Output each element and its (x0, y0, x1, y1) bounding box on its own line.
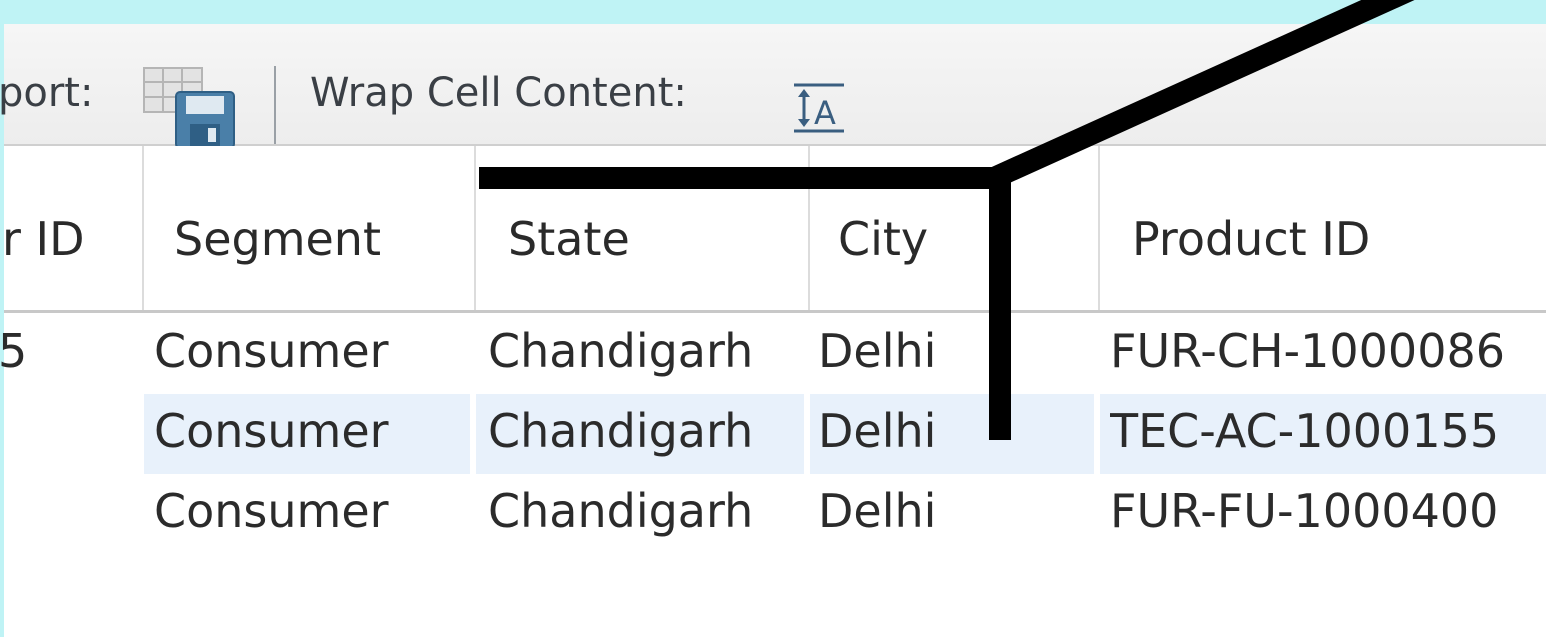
column-header-product-id[interactable]: Product ID (1132, 212, 1370, 266)
column-header-segment[interactable]: Segment (174, 212, 381, 266)
column-divider[interactable] (474, 146, 476, 310)
grid-toolbar: port: Wrap Cell Content: A (0, 24, 1546, 149)
window-frame-top (0, 0, 1546, 24)
table-row[interactable]: Consumer Chandigarh Delhi FUR-FU-1000400 (4, 474, 1546, 554)
text-wrap-icon[interactable]: A (792, 82, 846, 134)
table-cell: Delhi (818, 404, 937, 458)
table-cell: Consumer (154, 484, 389, 538)
table-cell: Chandigarh (488, 324, 754, 378)
column-header-customer-id[interactable]: r ID (2, 212, 85, 266)
wrap-cell-content-label: Wrap Cell Content: (310, 70, 687, 116)
column-divider[interactable] (808, 146, 810, 310)
table-row[interactable]: 5 Consumer Chandigarh Delhi FUR-CH-10000… (0, 314, 1546, 394)
table-row-selected[interactable]: Consumer Chandigarh Delhi TEC-AC-1000155 (4, 394, 1546, 474)
table-cell: Chandigarh (488, 404, 754, 458)
svg-text:A: A (814, 94, 836, 132)
table-cell: Delhi (818, 484, 937, 538)
header-row: r ID Segment State City Product ID (2, 146, 1546, 313)
column-divider[interactable] (142, 146, 144, 310)
column-header-city[interactable]: City (838, 212, 928, 266)
save-grid-icon[interactable] (142, 66, 238, 150)
table-cell: 5 (0, 324, 28, 378)
export-label: port: (0, 70, 94, 116)
table-cell: Delhi (818, 324, 937, 378)
table-cell: FUR-FU-1000400 (1110, 484, 1499, 538)
data-grid: r ID Segment State City Product ID 5 Con… (0, 146, 1546, 637)
table-cell: Consumer (154, 404, 389, 458)
table-cell: TEC-AC-1000155 (1110, 404, 1500, 458)
table-cell: Consumer (154, 324, 389, 378)
column-header-state[interactable]: State (508, 212, 630, 266)
table-cell: Chandigarh (488, 484, 754, 538)
toolbar-separator (274, 66, 276, 144)
column-divider[interactable] (1098, 146, 1100, 310)
table-cell: FUR-CH-1000086 (1110, 324, 1505, 378)
